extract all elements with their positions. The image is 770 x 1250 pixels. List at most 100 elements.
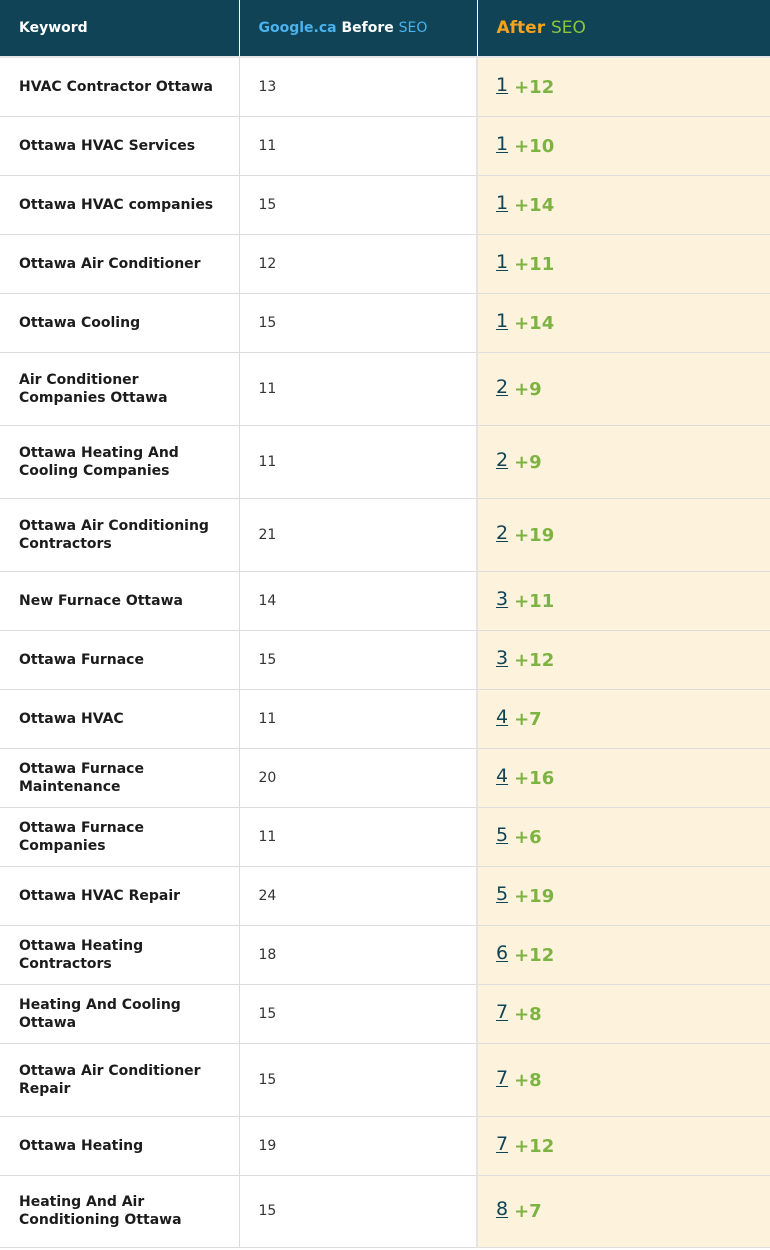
- after-rank-link[interactable]: 5: [496, 824, 508, 846]
- seo-ranking-table: Keyword Google.ca Before SEO After SEO H…: [0, 0, 770, 1248]
- after-rank-link[interactable]: 7: [496, 1133, 508, 1155]
- rank-improvement: +16: [514, 767, 555, 789]
- before-rank-cell: 13: [239, 57, 478, 117]
- keyword-cell: Ottawa Furnace Maintenance: [0, 748, 240, 808]
- before-rank-cell: 11: [239, 352, 478, 426]
- keyword-cell: Ottawa HVAC: [0, 689, 240, 749]
- rank-improvement: +10: [514, 135, 555, 157]
- table-row: Ottawa Air Conditioner Repair 15 7 +8: [0, 1043, 770, 1117]
- after-rank-link[interactable]: 3: [496, 647, 508, 669]
- after-rank-link[interactable]: 6: [496, 942, 508, 964]
- rank-improvement: +12: [514, 76, 555, 98]
- rank-improvement: +19: [514, 524, 555, 546]
- table-row: Ottawa HVAC 11 4 +7: [0, 689, 770, 749]
- after-rank-cell: 1 +14: [476, 175, 770, 235]
- table-row: Ottawa Air Conditioning Contractors 21 2…: [0, 498, 770, 572]
- keyword-cell: Ottawa Air Conditioning Contractors: [0, 498, 240, 572]
- before-rank-cell: 11: [239, 689, 478, 749]
- before-rank-cell: 15: [239, 984, 478, 1044]
- after-rank-link[interactable]: 7: [496, 1001, 508, 1023]
- table-row: Ottawa Heating Contractors 18 6 +12: [0, 925, 770, 985]
- table-row: Ottawa Cooling 15 1 +14: [0, 293, 770, 353]
- header-seo-label: SEO: [398, 20, 428, 36]
- table-row: Ottawa HVAC Services 11 1 +10: [0, 116, 770, 176]
- before-rank-cell: 21: [239, 498, 478, 572]
- keyword-cell: Ottawa Heating Contractors: [0, 925, 240, 985]
- keyword-cell: Ottawa HVAC Services: [0, 116, 240, 176]
- before-rank-cell: 15: [239, 630, 478, 690]
- rank-improvement: +9: [514, 378, 542, 400]
- table-row: Air Conditioner Companies Ottawa 11 2 +9: [0, 352, 770, 426]
- after-rank-cell: 1 +10: [476, 116, 770, 176]
- after-rank-cell: 8 +7: [476, 1175, 770, 1248]
- after-rank-link[interactable]: 7: [496, 1067, 508, 1089]
- before-rank-cell: 19: [239, 1116, 478, 1176]
- keyword-cell: Ottawa Air Conditioner Repair: [0, 1043, 240, 1117]
- table-header: Keyword Google.ca Before SEO After SEO: [0, 0, 770, 58]
- after-rank-cell: 7 +12: [476, 1116, 770, 1176]
- rank-improvement: +8: [514, 1069, 542, 1091]
- rank-improvement: +9: [514, 451, 542, 473]
- after-rank-cell: 3 +11: [476, 571, 770, 631]
- header-keyword: Keyword: [0, 0, 240, 58]
- keyword-cell: HVAC Contractor Ottawa: [0, 57, 240, 117]
- before-rank-cell: 11: [239, 425, 478, 499]
- after-rank-cell: 1 +12: [476, 57, 770, 117]
- before-rank-cell: 15: [239, 1175, 478, 1248]
- table-row: Ottawa Air Conditioner 12 1 +11: [0, 234, 770, 294]
- after-rank-cell: 2 +9: [476, 425, 770, 499]
- rank-improvement: +6: [514, 826, 542, 848]
- keyword-cell: Ottawa Heating And Cooling Companies: [0, 425, 240, 499]
- table-row: Ottawa HVAC Repair 24 5 +19: [0, 866, 770, 926]
- after-rank-cell: 5 +6: [476, 807, 770, 867]
- keyword-cell: Heating And Air Conditioning Ottawa: [0, 1175, 240, 1248]
- after-rank-link[interactable]: 1: [496, 251, 508, 273]
- after-rank-link[interactable]: 8: [496, 1198, 508, 1220]
- keyword-cell: Ottawa Heating: [0, 1116, 240, 1176]
- table-row: New Furnace Ottawa 14 3 +11: [0, 571, 770, 631]
- rank-improvement: +14: [514, 194, 555, 216]
- keyword-cell: New Furnace Ottawa: [0, 571, 240, 631]
- before-rank-cell: 11: [239, 807, 478, 867]
- table-row: Ottawa Furnace Companies 11 5 +6: [0, 807, 770, 867]
- after-rank-cell: 5 +19: [476, 866, 770, 926]
- after-rank-link[interactable]: 2: [496, 522, 508, 544]
- rank-improvement: +14: [514, 312, 555, 334]
- after-rank-cell: 7 +8: [476, 1043, 770, 1117]
- table-row: HVAC Contractor Ottawa 13 1 +12: [0, 57, 770, 117]
- header-after-seo: After SEO: [477, 0, 770, 58]
- header-google-label: Google.ca: [258, 20, 337, 36]
- table-body: HVAC Contractor Ottawa 13 1 +12 Ottawa HV…: [0, 57, 770, 1248]
- rank-improvement: +11: [514, 590, 555, 612]
- table-row: Ottawa Furnace Maintenance 20 4 +16: [0, 748, 770, 808]
- table-row: Heating And Air Conditioning Ottawa 15 8…: [0, 1175, 770, 1248]
- after-rank-link[interactable]: 1: [496, 74, 508, 96]
- after-rank-link[interactable]: 2: [496, 376, 508, 398]
- keyword-cell: Air Conditioner Companies Ottawa: [0, 352, 240, 426]
- after-rank-link[interactable]: 1: [496, 133, 508, 155]
- rank-improvement: +7: [514, 1201, 542, 1222]
- keyword-cell: Ottawa HVAC Repair: [0, 866, 240, 926]
- before-rank-cell: 15: [239, 1043, 478, 1117]
- after-rank-link[interactable]: 3: [496, 588, 508, 610]
- keyword-cell: Heating And Cooling Ottawa: [0, 984, 240, 1044]
- before-rank-cell: 18: [239, 925, 478, 985]
- keyword-cell: Ottawa Furnace: [0, 630, 240, 690]
- after-rank-cell: 2 +19: [476, 498, 770, 572]
- before-rank-cell: 20: [239, 748, 478, 808]
- after-rank-link[interactable]: 2: [496, 449, 508, 471]
- after-rank-link[interactable]: 4: [496, 765, 508, 787]
- keyword-cell: Ottawa HVAC companies: [0, 175, 240, 235]
- before-rank-cell: 24: [239, 866, 478, 926]
- rank-improvement: +8: [514, 1003, 542, 1025]
- header-after-label: After: [496, 18, 546, 38]
- rank-improvement: +19: [514, 885, 555, 907]
- table-row: Heating And Cooling Ottawa 15 7 +8: [0, 984, 770, 1044]
- after-rank-cell: 4 +16: [476, 748, 770, 808]
- after-rank-link[interactable]: 5: [496, 883, 508, 905]
- after-rank-cell: 2 +9: [476, 352, 770, 426]
- after-rank-link[interactable]: 1: [496, 310, 508, 332]
- header-before-label: Before: [341, 20, 394, 36]
- after-rank-link[interactable]: 4: [496, 706, 508, 728]
- after-rank-link[interactable]: 1: [496, 192, 508, 214]
